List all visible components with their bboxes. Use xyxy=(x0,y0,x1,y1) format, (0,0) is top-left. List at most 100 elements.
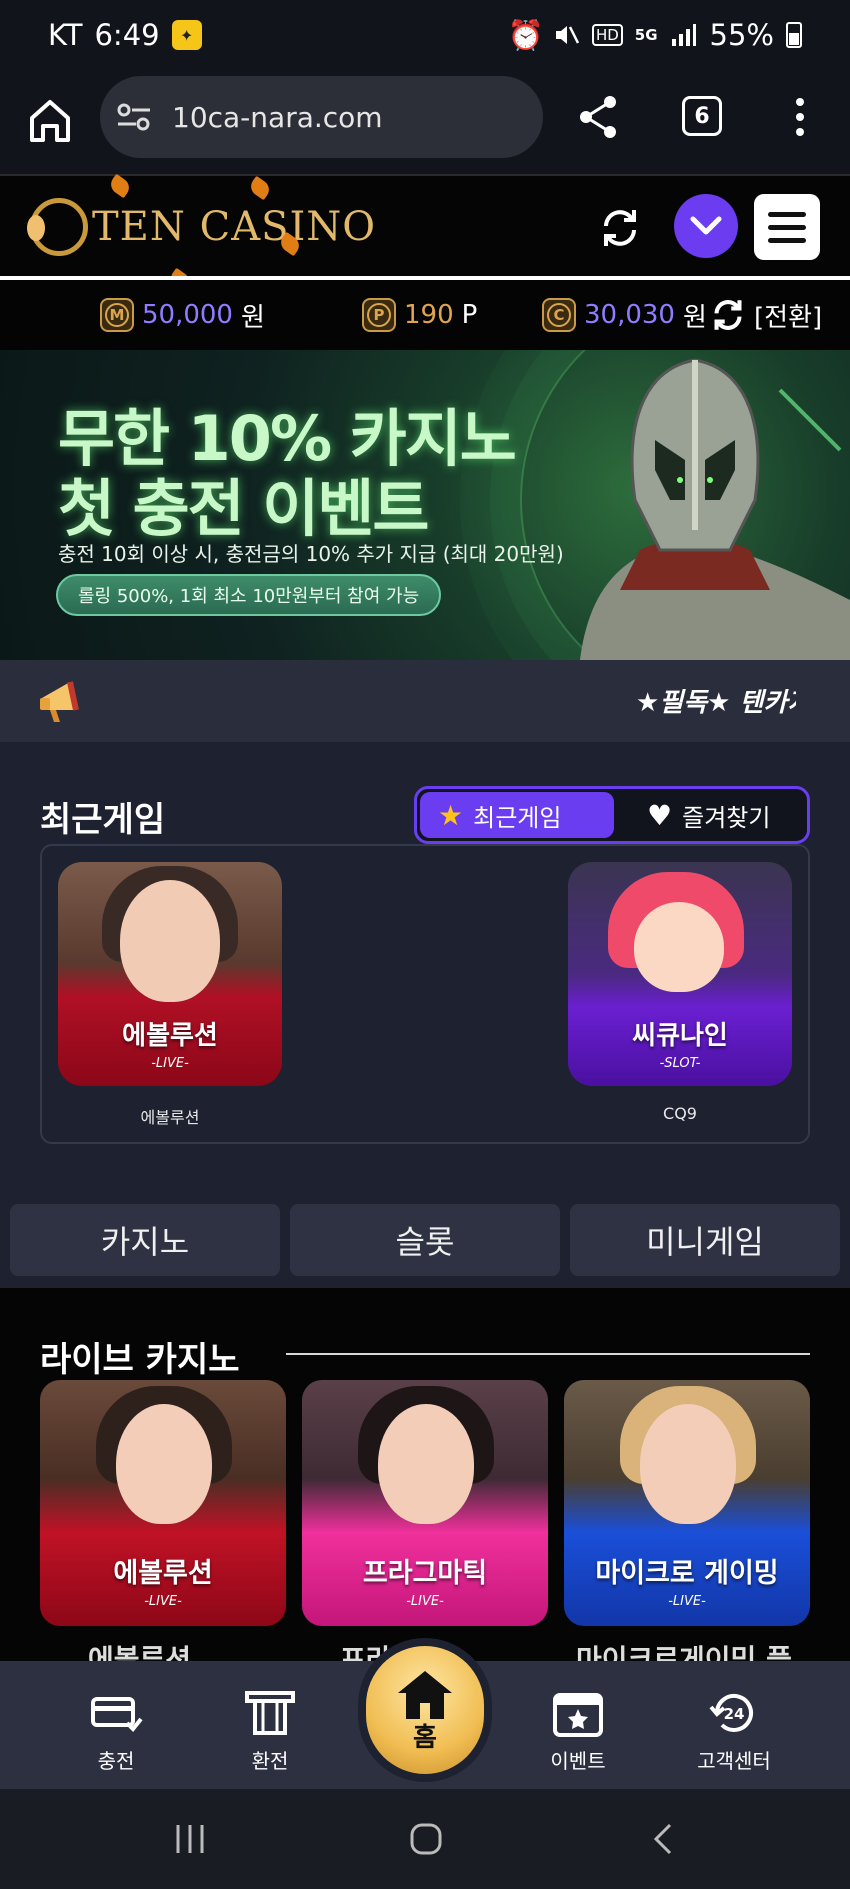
tab-casino[interactable]: 카지노 xyxy=(10,1204,280,1276)
spartan-warrior-image xyxy=(580,358,850,660)
game-card-evolution[interactable]: 에볼루션 -LIVE- xyxy=(58,862,282,1086)
convert-label: [전환] xyxy=(754,302,823,333)
game-card-title: 에볼루션 xyxy=(122,1021,218,1051)
banner-description: 충전 10회 이상 시, 충전금의 10% 추가 지급 (최대 20만원) xyxy=(58,542,564,566)
live-card-subtitle: -LIVE- xyxy=(406,1594,444,1609)
support-24h-icon: 24 xyxy=(709,1693,753,1732)
back-icon[interactable] xyxy=(644,1821,684,1857)
megaphone-icon xyxy=(40,681,79,722)
banner-condition-pill: 롤링 500%, 1회 최소 10만원부터 참여 가능 xyxy=(56,574,442,616)
live-casino-section: 라이브 카지노 에볼루션 -LIVE- 프라그마틱 -LIVE- 마이크로 게이… xyxy=(0,1288,850,1661)
recent-games-list: 에볼루션 -LIVE- 에볼루션 씨큐나인 -SLOT- CQ9 xyxy=(40,844,810,1144)
game-card-subtitle: -SLOT- xyxy=(659,1056,701,1071)
banner-title-line2: 첫 충전 이벤트 xyxy=(58,472,429,545)
game-card-title: 씨큐나인 xyxy=(632,1021,728,1051)
autumn-leaf-decoration xyxy=(247,175,273,201)
category-tabs: 카지노 슬롯 미니게임 xyxy=(0,1200,850,1288)
nav-event-label: 이벤트 xyxy=(550,1749,606,1773)
nav-withdraw[interactable]: 환전 xyxy=(210,1689,330,1774)
nav-support[interactable]: 24 고객센터 xyxy=(674,1689,794,1774)
live-card-pragmatic[interactable]: 프라그마틱 -LIVE- xyxy=(302,1380,548,1626)
swap-icon xyxy=(714,300,742,330)
tab-recent-label: 최근게임 xyxy=(473,803,562,832)
battery-icon xyxy=(786,22,802,48)
tab-favorites[interactable]: ♥ 즐겨찾기 xyxy=(629,792,788,838)
autumn-leaf-decoration xyxy=(107,173,133,199)
browser-toolbar: 10ca-nara.com 6 xyxy=(0,70,850,174)
tab-switcher-button[interactable]: 6 xyxy=(682,96,722,136)
site-header: TEN CASINO xyxy=(0,173,850,293)
nav-home-button[interactable]: 홈 xyxy=(366,1646,484,1774)
status-bar: KT 6:49 ✦ ⏰ HD 5G 55% xyxy=(0,0,850,70)
clock: 6:49 xyxy=(94,18,160,52)
money-icon: M xyxy=(100,298,134,332)
convert-button[interactable]: [전환] xyxy=(710,297,822,334)
game-card-subtitle: -LIVE- xyxy=(151,1056,189,1071)
carrier-label: KT xyxy=(48,18,83,52)
mascot-face xyxy=(634,902,724,992)
url-text[interactable]: 10ca-nara.com xyxy=(172,101,383,134)
money-unit: 원 xyxy=(240,302,265,333)
coin-value: 30,030 xyxy=(584,300,675,330)
refresh-icon[interactable] xyxy=(598,206,642,250)
notice-bar[interactable]: ★필독★ 텐카지노 xyxy=(0,660,850,742)
point-value: 190 xyxy=(404,300,454,330)
system-navigation-bar xyxy=(0,1789,850,1889)
point-icon: P xyxy=(362,298,396,332)
battery-percent: 55% xyxy=(709,18,774,52)
browser-home-icon[interactable] xyxy=(26,94,74,146)
recent-games-title: 최근게임 xyxy=(40,800,166,840)
money-value: 50,000 xyxy=(142,300,233,330)
live-card-label: 마이크로게이밍 플 xyxy=(576,1643,792,1661)
logo-text: TEN CASINO xyxy=(92,204,377,250)
promo-banner[interactable]: 무한 10% 카지노 첫 충전 이벤트 충전 10회 이상 시, 충전금의 10… xyxy=(0,350,850,660)
tab-slot[interactable]: 슬롯 xyxy=(290,1204,560,1276)
dealer-face xyxy=(640,1404,736,1524)
coin-unit: 원 xyxy=(682,302,707,333)
game-card-cq9[interactable]: 씨큐나인 -SLOT- xyxy=(568,862,792,1086)
nav-event[interactable]: 이벤트 xyxy=(518,1689,638,1774)
star-icon: ★ xyxy=(438,798,464,832)
nav-deposit-label: 충전 xyxy=(97,1749,135,1773)
kt-app-icon: ✦ xyxy=(171,20,202,50)
tab-minigame[interactable]: 미니게임 xyxy=(570,1204,840,1276)
live-card-title: 마이크로 게이밍 xyxy=(595,1558,779,1589)
nav-home-label: 홈 xyxy=(413,1722,437,1753)
alarm-icon: ⏰ xyxy=(507,17,544,52)
live-card-evolution[interactable]: 에볼루션 -LIVE- xyxy=(40,1380,286,1626)
live-card-subtitle: -LIVE- xyxy=(144,1594,182,1609)
account-dropdown-button[interactable] xyxy=(674,194,738,258)
more-menu-icon[interactable] xyxy=(788,94,812,140)
recent-favorites-toggle: ★ 최근게임 ♥ 즐겨찾기 xyxy=(414,786,810,844)
point-unit: P xyxy=(461,300,478,330)
5g-icon: 5G xyxy=(634,26,658,44)
hamburger-menu-button[interactable] xyxy=(754,194,820,260)
coin-icon: C xyxy=(542,298,576,332)
heart-icon: ♥ xyxy=(647,798,673,832)
dealer-face xyxy=(378,1404,474,1524)
nav-deposit[interactable]: 충전 xyxy=(56,1689,176,1774)
balance-bar: M 50,000 원 P 190 P C 30,030 원 [전환] xyxy=(0,280,850,350)
mute-icon xyxy=(552,22,580,48)
share-icon[interactable] xyxy=(576,94,620,140)
live-casino-title: 라이브 카지노 xyxy=(40,1340,240,1380)
atm-withdraw-icon xyxy=(245,1691,295,1735)
chevron-down-icon xyxy=(690,216,722,235)
status-icons: ⏰ HD 5G 55% xyxy=(507,17,802,52)
tab-recent-games[interactable]: ★ 최근게임 xyxy=(420,792,614,838)
nav-withdraw-label: 환전 xyxy=(251,1749,289,1773)
home-icon xyxy=(398,1670,452,1719)
hd-icon: HD xyxy=(591,24,623,46)
address-bar[interactable]: 10ca-nara.com xyxy=(100,76,543,158)
card-deposit-icon xyxy=(91,1697,143,1732)
site-settings-icon[interactable] xyxy=(116,102,152,132)
ten-casino-logo[interactable]: TEN CASINO xyxy=(27,198,377,256)
coin-balance: C 30,030 원 xyxy=(542,297,707,334)
carrier-time: KT 6:49 ✦ xyxy=(48,18,202,52)
notice-ticker-text: ★필독★ 텐카지노 xyxy=(636,688,796,718)
system-home-icon[interactable] xyxy=(406,1821,446,1857)
svg-text:24: 24 xyxy=(724,1705,745,1723)
logo-emblem xyxy=(27,198,88,256)
live-card-microgaming[interactable]: 마이크로 게이밍 -LIVE- xyxy=(564,1380,810,1626)
recent-apps-icon[interactable] xyxy=(170,1821,210,1857)
